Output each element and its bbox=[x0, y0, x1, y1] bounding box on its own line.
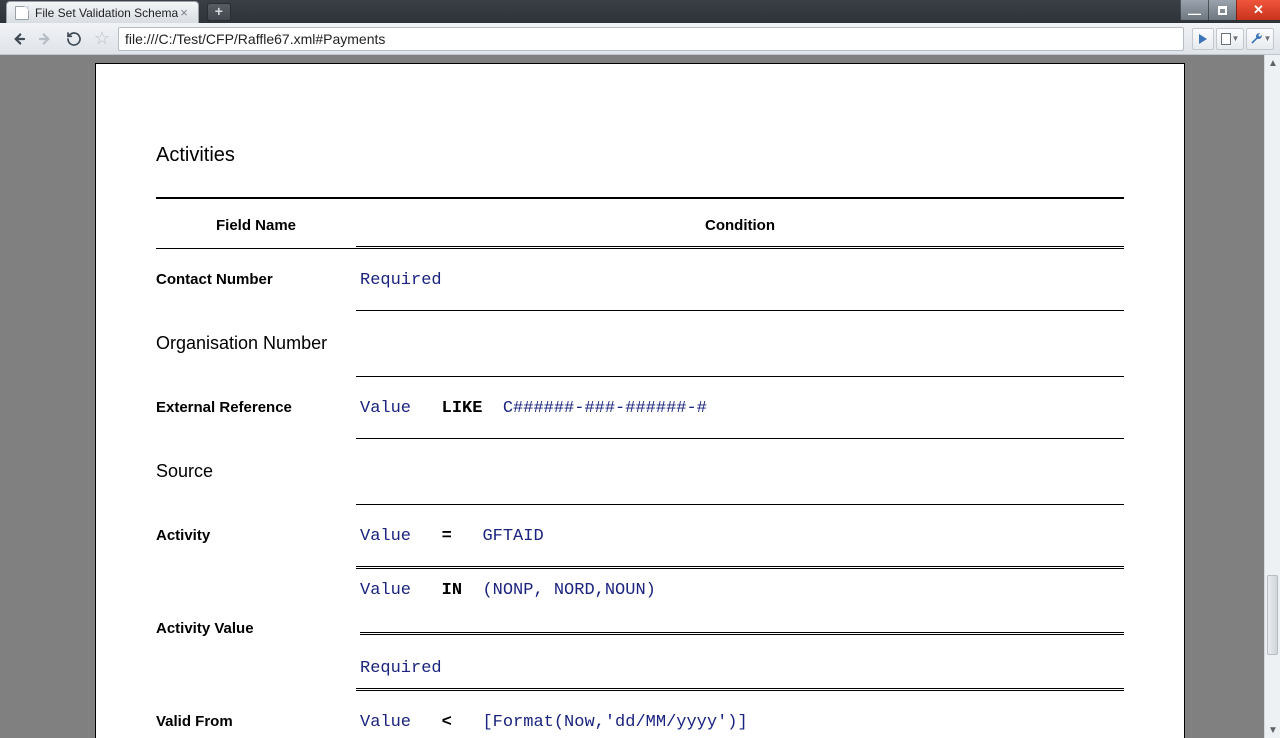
arrow-right-icon bbox=[37, 30, 55, 48]
field-name-cell: Valid From bbox=[156, 691, 356, 738]
vertical-scrollbar[interactable]: ▲ ▼ bbox=[1264, 55, 1280, 738]
table-row: External ReferenceValue LIKE C######-###… bbox=[156, 377, 1124, 438]
play-button[interactable] bbox=[1192, 28, 1214, 50]
page-icon bbox=[15, 6, 29, 20]
star-icon: ☆ bbox=[94, 28, 110, 49]
table-row: Contact NumberRequired bbox=[156, 249, 1124, 310]
close-tab-icon[interactable]: × bbox=[178, 6, 190, 19]
wrench-menu-button[interactable]: ▼ bbox=[1246, 28, 1274, 50]
back-button[interactable] bbox=[6, 27, 30, 51]
tab-title: File Set Validation Schema bbox=[35, 6, 178, 20]
bookmark-star-button[interactable]: ☆ bbox=[90, 27, 114, 51]
field-name-cell: Activity bbox=[156, 505, 356, 566]
address-bar[interactable]: file:///C:/Test/CFP/Raffle67.xml#Payment… bbox=[118, 27, 1184, 51]
viewport: Activities Field Name Condition Contact … bbox=[0, 55, 1280, 738]
browser-toolbar: ☆ file:///C:/Test/CFP/Raffle67.xml#Payme… bbox=[0, 23, 1280, 55]
condition-line: Value IN (NONP, NORD,NOUN) bbox=[360, 581, 1124, 600]
window-close-button[interactable]: ✕ bbox=[1236, 0, 1280, 20]
reload-icon bbox=[66, 31, 82, 47]
condition-line: Value < [Format(Now,'dd/MM/yyyy')] bbox=[360, 713, 1124, 732]
window-controls: — ✕ bbox=[1180, 0, 1280, 20]
condition-cell: Value LIKE C######-###-######-# bbox=[356, 377, 1124, 438]
document-page: Activities Field Name Condition Contact … bbox=[95, 63, 1185, 738]
condition-cell: Required bbox=[356, 249, 1124, 310]
condition-line: Required bbox=[360, 659, 1124, 678]
condition-line: Required bbox=[360, 271, 1124, 290]
tab-strip: File Set Validation Schema × + — ✕ bbox=[0, 0, 1280, 23]
table-row: Valid FromValue < [Format(Now,'dd/MM/yyy… bbox=[156, 691, 1124, 738]
table-row: ActivityValue = GFTAID bbox=[156, 505, 1124, 566]
play-icon bbox=[1198, 34, 1208, 44]
url-text: file:///C:/Test/CFP/Raffle67.xml#Payment… bbox=[125, 31, 385, 47]
field-name-cell: External Reference bbox=[156, 377, 356, 438]
reload-button[interactable] bbox=[62, 27, 86, 51]
browser-tab[interactable]: File Set Validation Schema × bbox=[6, 1, 199, 23]
field-name-cell: Contact Number bbox=[156, 249, 356, 310]
field-name-cell: Source bbox=[156, 439, 356, 504]
page-menu-button[interactable]: ▼ bbox=[1216, 28, 1244, 50]
chevron-down-icon: ▼ bbox=[1232, 34, 1240, 43]
header-condition: Condition bbox=[356, 217, 1124, 234]
toolbar-right-cluster: ▼ ▼ bbox=[1192, 28, 1274, 50]
field-name-cell: Activity Value bbox=[156, 569, 356, 688]
forward-button[interactable] bbox=[34, 27, 58, 51]
condition-cell: Value IN (NONP, NORD,NOUN) Required bbox=[356, 569, 1124, 688]
arrow-left-icon bbox=[9, 30, 27, 48]
table-row: Organisation Number bbox=[156, 311, 1124, 376]
table-row: Source bbox=[156, 439, 1124, 504]
condition-cell bbox=[356, 439, 1124, 504]
condition-cell: Value < [Format(Now,'dd/MM/yyyy')] bbox=[356, 691, 1124, 738]
field-name-cell: Organisation Number bbox=[156, 311, 356, 376]
table-header-row: Field Name Condition bbox=[156, 199, 1124, 246]
section-heading: Activities bbox=[156, 144, 1124, 167]
wrench-icon bbox=[1249, 32, 1263, 46]
condition-line: Value = GFTAID bbox=[360, 527, 1124, 546]
schema-table: Field Name Condition Contact NumberRequi… bbox=[156, 199, 1124, 738]
new-tab-button[interactable]: + bbox=[207, 3, 231, 21]
scroll-thumb[interactable] bbox=[1267, 575, 1278, 655]
header-field-name: Field Name bbox=[156, 217, 356, 234]
condition-cell bbox=[356, 311, 1124, 376]
window-maximize-button[interactable] bbox=[1208, 0, 1236, 20]
page-icon-small bbox=[1221, 33, 1231, 45]
scroll-down-arrow[interactable]: ▼ bbox=[1265, 722, 1280, 738]
condition-cell: Value = GFTAID bbox=[356, 505, 1124, 566]
condition-separator bbox=[360, 632, 1124, 635]
table-row: Activity ValueValue IN (NONP, NORD,NOUN)… bbox=[156, 569, 1124, 688]
window-minimize-button[interactable]: — bbox=[1180, 0, 1208, 20]
condition-line: Value LIKE C######-###-######-# bbox=[360, 399, 1124, 418]
scroll-up-arrow[interactable]: ▲ bbox=[1265, 55, 1280, 71]
chevron-down-icon: ▼ bbox=[1264, 34, 1272, 43]
